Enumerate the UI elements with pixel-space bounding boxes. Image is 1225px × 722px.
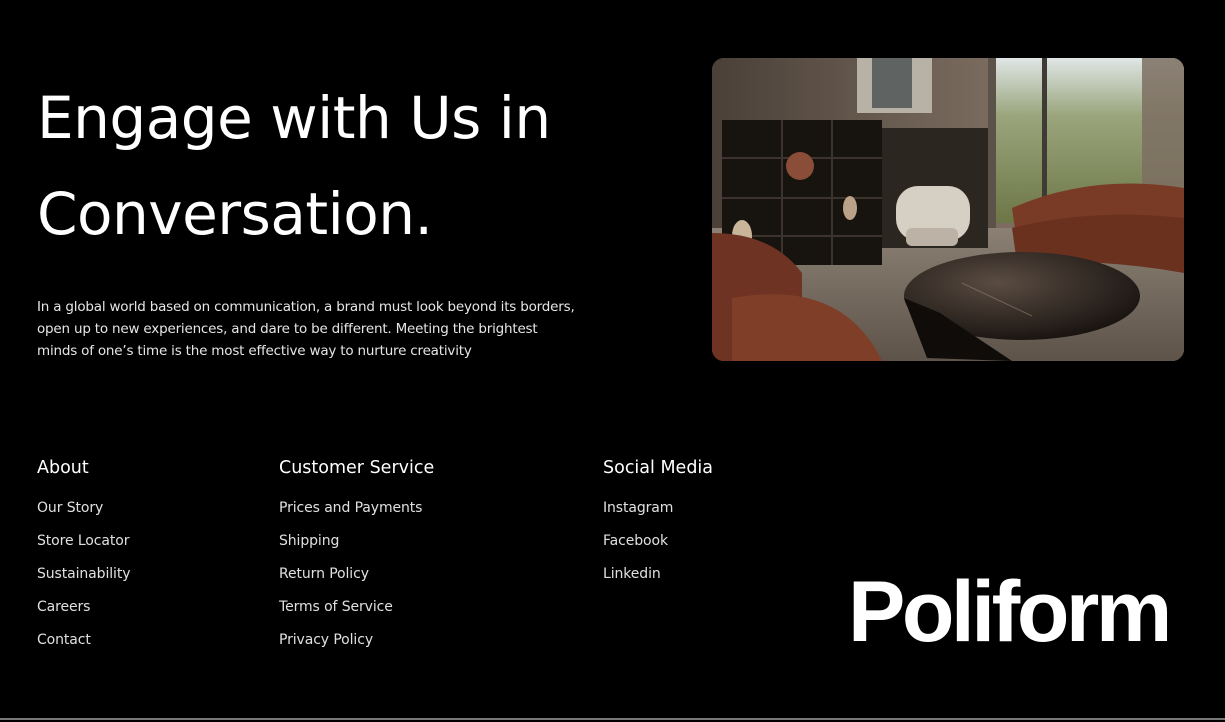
footer-column-customer-service: Customer Service Prices and Payments Shi… bbox=[279, 455, 434, 662]
footer-link-terms-of-service[interactable]: Terms of Service bbox=[279, 599, 393, 615]
living-room-photo bbox=[712, 58, 1184, 361]
footer-link-linkedin[interactable]: Linkedin bbox=[603, 566, 661, 582]
footer-link-shipping[interactable]: Shipping bbox=[279, 533, 339, 549]
footer-link-return-policy[interactable]: Return Policy bbox=[279, 566, 369, 582]
bottom-divider bbox=[0, 718, 1225, 720]
brand-description: In a global world based on communication… bbox=[37, 299, 575, 359]
footer-link-our-story[interactable]: Our Story bbox=[37, 500, 103, 516]
footer-link-facebook[interactable]: Facebook bbox=[603, 533, 668, 549]
headline-line-2: Conversation. bbox=[37, 180, 433, 248]
footer-link-contact[interactable]: Contact bbox=[37, 632, 91, 648]
footer-heading-social-media: Social Media bbox=[603, 458, 714, 478]
headline: Engage with Us in Conversation. bbox=[37, 70, 677, 262]
footer-column-about: About Our Story Store Locator Sustainabi… bbox=[37, 455, 131, 662]
poliform-logo[interactable]: Poliform bbox=[848, 564, 1188, 660]
footer-column-social-media: Social Media Instagram Facebook Linkedin bbox=[603, 455, 713, 596]
footer-link-sustainability[interactable]: Sustainability bbox=[37, 566, 131, 582]
living-room-illustration bbox=[712, 58, 1184, 361]
footer-section: Engage with Us in Conversation. In a glo… bbox=[0, 0, 1225, 722]
footer-heading-customer-service: Customer Service bbox=[279, 458, 435, 478]
footer-heading-about: About bbox=[37, 458, 89, 478]
footer-links-about: Our Story Store Locator Sustainability C… bbox=[37, 497, 131, 662]
footer-link-privacy-policy[interactable]: Privacy Policy bbox=[279, 632, 373, 648]
footer-link-careers[interactable]: Careers bbox=[37, 599, 90, 615]
headline-line-1: Engage with Us in bbox=[37, 84, 551, 152]
footer-link-instagram[interactable]: Instagram bbox=[603, 500, 673, 516]
footer-links-social-media: Instagram Facebook Linkedin bbox=[603, 497, 713, 596]
footer-link-store-locator[interactable]: Store Locator bbox=[37, 533, 129, 549]
footer-link-prices-and-payments[interactable]: Prices and Payments bbox=[279, 500, 422, 516]
footer-links-customer-service: Prices and Payments Shipping Return Poli… bbox=[279, 497, 434, 662]
